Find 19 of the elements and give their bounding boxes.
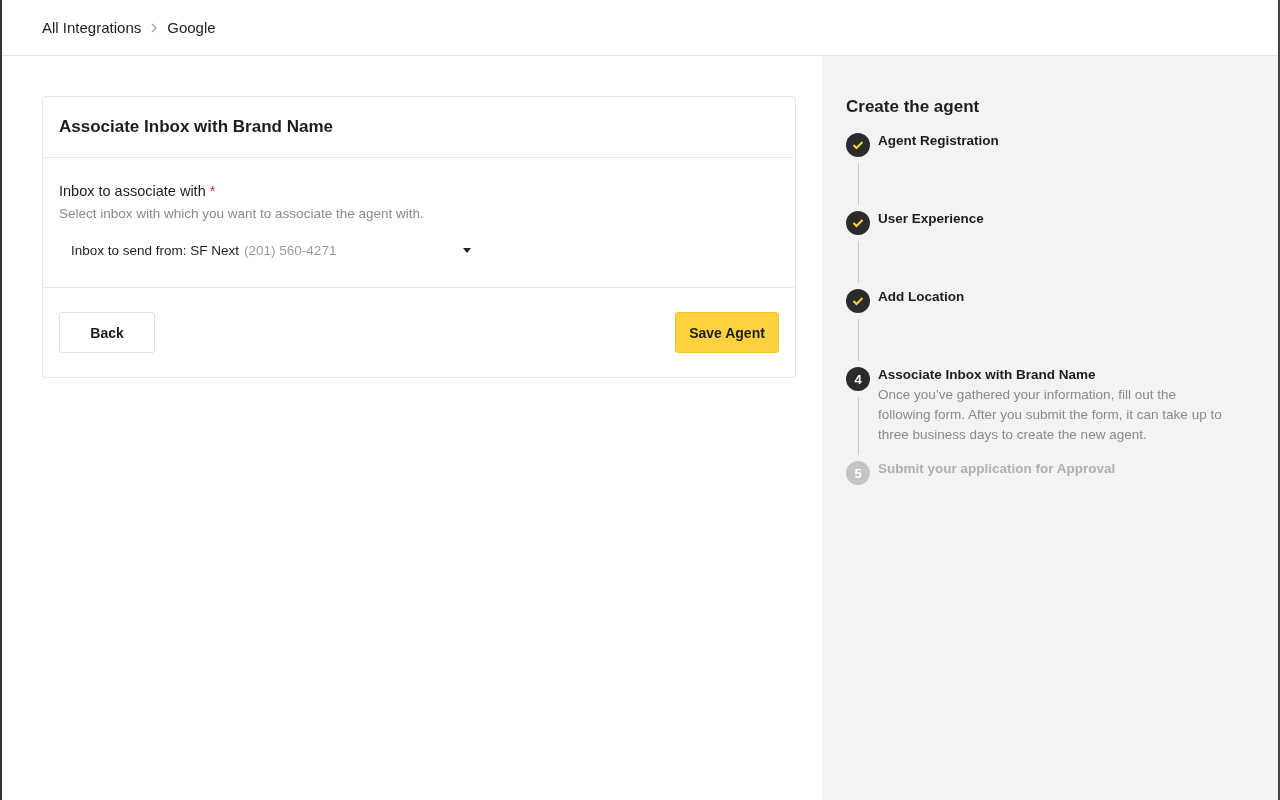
step-label: User Experience (878, 210, 984, 228)
card-title: Associate Inbox with Brand Name (59, 117, 333, 137)
stepper-title: Create the agent (846, 97, 981, 117)
step-number: 5 (846, 461, 870, 485)
step-description: Once you’ve gathered your information, fill out the following form. After you submit the form, it can take up to three business days to create the new agent. (878, 386, 1223, 444)
step-label: Agent Registration (878, 132, 999, 150)
breadcrumb-item[interactable]: All Integrations (42, 19, 142, 36)
back-button[interactable]: Back (59, 312, 155, 353)
step-label: Associate Inbox with Brand Name (878, 366, 1097, 384)
field-hint: Select inbox with which you want to associate the agent with. (59, 206, 425, 221)
step-label: Add Location (878, 288, 965, 306)
step-label: Submit your application for Approval (878, 460, 1116, 478)
step-number: 4 (846, 367, 870, 391)
inbox-dropdown[interactable]: Inbox to send from: SF Next (201) 560-4271 (59, 239, 483, 261)
save-button[interactable]: Save Agent (675, 312, 779, 353)
required-mark: * (209, 183, 216, 199)
field-label: Inbox to associate with (59, 183, 206, 199)
breadcrumb-item: Google (167, 19, 216, 36)
caret-icon (463, 247, 471, 253)
